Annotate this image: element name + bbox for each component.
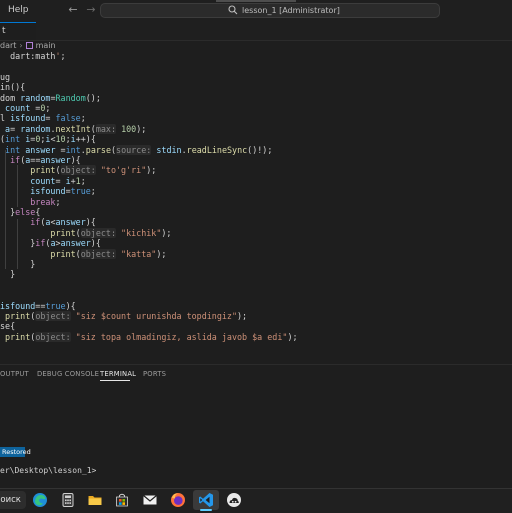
taskbar bbox=[0, 488, 512, 513]
code-editor[interactable]: dart:math'; ug in(){dom random=Random(); c… bbox=[0, 51, 512, 351]
title-scroll-indicator bbox=[216, 0, 296, 2]
tab-output[interactable]: OUTPUT bbox=[0, 370, 29, 378]
code-line[interactable]: isfound==true){ bbox=[0, 301, 76, 311]
chevron-right-icon: › bbox=[19, 41, 23, 50]
search-icon bbox=[228, 5, 238, 15]
code-line[interactable]: dart:math'; bbox=[0, 51, 65, 61]
tab-terminal[interactable]: TERMINAL bbox=[100, 370, 136, 378]
terminal-prompt[interactable]: er\Desktop\lesson_1> bbox=[0, 466, 96, 475]
code-line[interactable]: ug bbox=[0, 72, 10, 82]
code-line[interactable]: count= i+1; bbox=[0, 176, 86, 186]
method-icon bbox=[25, 42, 33, 49]
taskbar-search-label: Поиск bbox=[0, 495, 21, 505]
code-line[interactable]: print(object: "kichik"); bbox=[0, 227, 171, 238]
back-arrow-icon[interactable]: ← bbox=[66, 3, 80, 17]
tab-debug-console[interactable]: DEBUG CONSOLE bbox=[37, 370, 99, 378]
indent-guide bbox=[17, 165, 18, 207]
code-line[interactable]: in(){ bbox=[0, 82, 25, 92]
vscode-running-indicator bbox=[200, 509, 212, 511]
code-line[interactable]: print(object: "siz $count urunishda topd… bbox=[0, 311, 247, 321]
active-tab-underline bbox=[100, 380, 130, 381]
code-line[interactable]: }if(a>answer){ bbox=[0, 238, 101, 248]
microsoft-store-icon[interactable] bbox=[114, 492, 130, 508]
code-line[interactable]: print(object: "to'g'ri"); bbox=[0, 165, 156, 176]
code-line[interactable]: count =0; bbox=[0, 103, 50, 113]
code-line[interactable]: }else{ bbox=[0, 207, 40, 217]
code-line[interactable]: l isfound= false; bbox=[0, 113, 86, 123]
cloud-app-icon[interactable] bbox=[226, 492, 242, 508]
mail-icon[interactable] bbox=[142, 492, 158, 508]
code-line[interactable]: break; bbox=[0, 197, 60, 207]
editor-tab-label: t bbox=[2, 26, 6, 36]
indent-guide bbox=[17, 219, 18, 270]
vscode-icon[interactable] bbox=[198, 492, 214, 508]
file-explorer-icon[interactable] bbox=[87, 492, 103, 508]
code-line[interactable]: a= random.nextInt(max: 100); bbox=[0, 123, 146, 134]
code-line[interactable]: dom random=Random(); bbox=[0, 93, 101, 103]
code-line[interactable]: se{ bbox=[0, 321, 15, 331]
forward-arrow-icon[interactable]: → bbox=[84, 3, 98, 17]
calculator-icon[interactable] bbox=[60, 492, 76, 508]
menu-help[interactable]: Help bbox=[8, 5, 29, 15]
restored-badge: Restored bbox=[0, 447, 31, 457]
code-line[interactable]: print(object: "katta"); bbox=[0, 248, 166, 259]
indent-guide bbox=[5, 149, 6, 270]
search-text: lesson_1 [Administrator] bbox=[242, 6, 340, 15]
edge-icon[interactable] bbox=[32, 492, 48, 508]
code-line[interactable]: if(a==answer){ bbox=[0, 155, 81, 165]
code-line[interactable]: (int i=0;i<10;i++){ bbox=[0, 134, 96, 144]
breadcrumb-symbol[interactable]: main bbox=[36, 41, 56, 50]
code-line[interactable]: if(a<answer){ bbox=[0, 217, 96, 227]
taskbar-search[interactable]: Поиск bbox=[0, 491, 26, 509]
tab-ports[interactable]: PORTS bbox=[143, 370, 166, 378]
code-line[interactable]: print(object: "siz topa olmadingiz, asli… bbox=[0, 331, 298, 342]
editor-tab-strip bbox=[0, 22, 512, 41]
firefox-icon[interactable] bbox=[170, 492, 186, 508]
code-line[interactable]: } bbox=[0, 269, 15, 279]
breadcrumb-file[interactable]: dart bbox=[0, 41, 16, 50]
code-line[interactable]: int answer =int.parse(source: stdin.read… bbox=[0, 144, 272, 155]
code-line[interactable]: isfound=true; bbox=[0, 186, 96, 196]
